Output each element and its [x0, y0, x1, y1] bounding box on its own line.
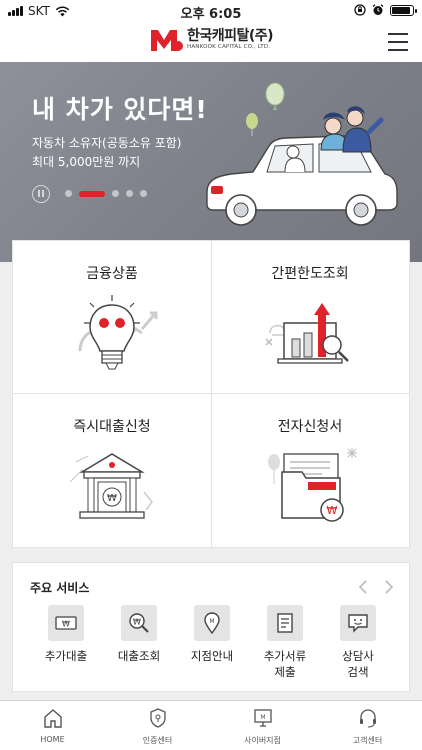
promo-banner[interactable]: 내 차가 있다면! 자동차 소유자(공동소유 포함) 최대 5,000만원 까지: [0, 62, 422, 262]
svg-text:₩: ₩: [133, 618, 141, 627]
search-won-icon: ₩: [129, 613, 149, 633]
svg-text:₩: ₩: [107, 493, 117, 504]
banner-pagination: [65, 190, 147, 197]
home-icon: [43, 709, 62, 728]
tab-certification-center[interactable]: 인증센터: [105, 707, 210, 746]
svg-text:₩: ₩: [62, 620, 70, 629]
service-submit-documents[interactable]: 추가서류 제출: [250, 605, 320, 680]
svg-text:M: M: [209, 618, 214, 625]
tab-label: 인증센터: [142, 736, 173, 745]
services-title: 주요 서비스: [30, 581, 90, 595]
car-illustration: [206, 82, 398, 226]
service-additional-loan[interactable]: ₩ 추가대출: [31, 605, 101, 664]
tab-customer-center[interactable]: 고객센터: [315, 707, 420, 746]
alarm-icon: [372, 4, 384, 15]
document-icon: [277, 613, 293, 633]
menu-label: 즉시대출신청: [73, 419, 151, 435]
tab-home[interactable]: HOME: [0, 707, 105, 744]
tab-label: 사이버지점: [244, 736, 281, 745]
battery-icon: [390, 4, 417, 16]
banner-pause-button[interactable]: [32, 185, 50, 203]
logo-subtext: HANKOOK CAPITAL CO., LTD.: [187, 44, 271, 51]
svg-text:M: M: [260, 714, 265, 721]
tab-label: HOME: [40, 735, 65, 744]
status-bar: SKT 오후 6:05: [0, 0, 422, 22]
menu-finance-products[interactable]: 금융상품: [13, 241, 211, 393]
chat-bubble-icon: [348, 614, 368, 633]
logo-mark-icon: [151, 30, 183, 51]
service-label: 추가대출: [44, 649, 88, 663]
banner-title: 내 차가 있다면!: [32, 95, 208, 124]
menu-label: 간편한도조회: [271, 266, 349, 282]
company-logo[interactable]: 한국캐피탈(주) HANKOOK CAPITAL CO., LTD.: [150, 28, 274, 52]
banner-dot[interactable]: [65, 190, 72, 197]
menu-label: 전자신청서: [277, 419, 343, 435]
service-find-counselor[interactable]: 상담사 검색: [323, 605, 393, 680]
menu-instant-loan[interactable]: 즉시대출신청 ₩: [13, 394, 211, 546]
service-label: 추가서류 제출: [263, 649, 307, 679]
app-header: 한국캐피탈(주) HANKOOK CAPITAL CO., LTD.: [0, 22, 422, 62]
monitor-icon: M: [253, 709, 272, 727]
service-label: 지점안내: [190, 649, 234, 663]
tab-label: 고객센터: [352, 736, 383, 745]
chevron-left-icon[interactable]: [357, 579, 369, 595]
menu-quick-limit-check[interactable]: 간편한도조회: [211, 241, 409, 393]
tab-cyber-branch[interactable]: M 사이버지점: [210, 707, 315, 746]
main-services-panel: 주요 서비스 ₩ 추가대출 ₩ 대출조회 M 지점안내 추가서류 제출 상담사 …: [12, 562, 410, 692]
logo-text: 한국캐피탈(주): [187, 28, 274, 45]
banner-dot[interactable]: [126, 190, 133, 197]
chevron-right-icon[interactable]: [383, 579, 395, 595]
service-loan-inquiry[interactable]: ₩ 대출조회: [104, 605, 174, 664]
headset-icon: [359, 709, 376, 728]
banner-line-2: 최대 5,000만원 까지: [32, 155, 141, 169]
banner-line-1: 자동차 소유자(공동소유 포함): [32, 136, 182, 150]
banner-dot[interactable]: [140, 190, 147, 197]
map-pin-icon: M: [204, 612, 220, 635]
lightbulb-icon: [78, 295, 158, 370]
laptop-chart-icon: [265, 303, 349, 364]
bank-building-icon: ₩: [69, 453, 153, 519]
menu-label: 금융상품: [86, 266, 138, 282]
banner-dot-active[interactable]: [79, 190, 105, 197]
hamburger-menu-icon[interactable]: [388, 33, 408, 51]
banner-dot[interactable]: [112, 190, 119, 197]
svg-text:₩: ₩: [327, 504, 338, 517]
service-branch-info[interactable]: M 지점안내: [177, 605, 247, 664]
cash-icon: ₩: [55, 616, 77, 630]
service-label: 대출조회: [117, 649, 161, 663]
bottom-tab-bar: HOME 인증센터 M 사이버지점 고객센터: [0, 700, 422, 750]
orientation-lock-icon: [354, 4, 366, 16]
shield-icon: [149, 708, 166, 728]
service-label: 상담사 검색: [342, 649, 374, 679]
menu-e-application[interactable]: 전자신청서 ₩: [211, 394, 409, 546]
folder-document-icon: ₩: [268, 448, 357, 522]
main-menu-grid: 금융상품 간편한도조회 즉시대출신청 ₩ 전자신청서 ₩: [12, 240, 410, 548]
